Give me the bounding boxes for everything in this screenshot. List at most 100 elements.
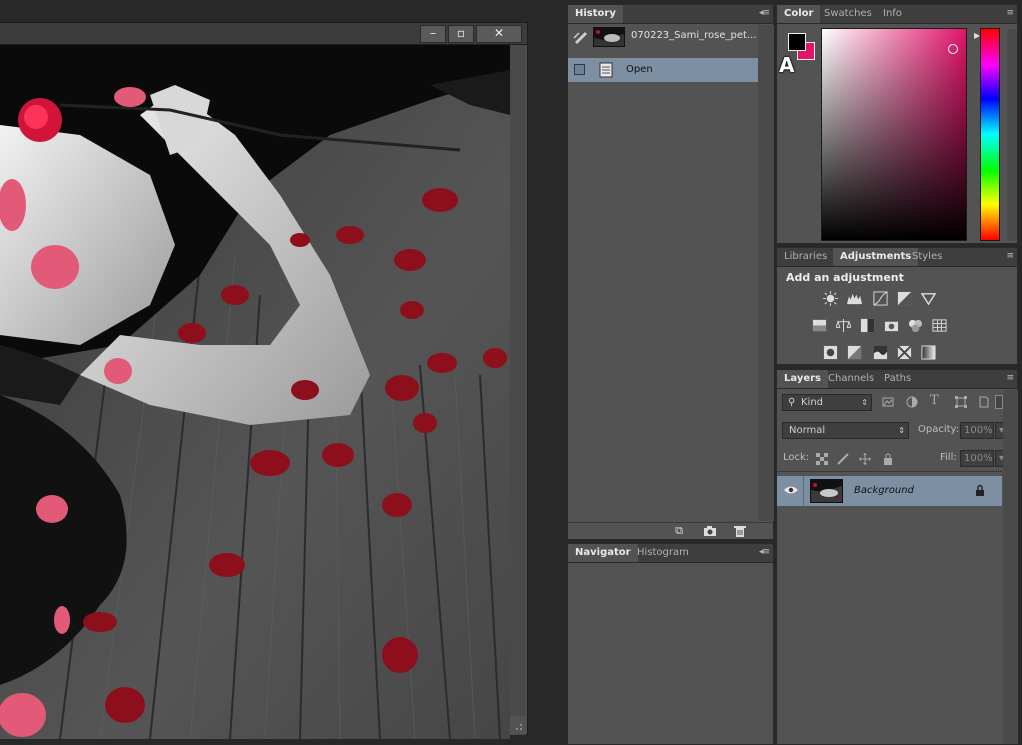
opacity-input[interactable]: 100% — [960, 422, 994, 439]
history-panel: History ◂≡ 070223_Sami_rose_pet... Open … — [567, 4, 774, 539]
history-state-label: Open — [626, 64, 653, 75]
curves-icon[interactable] — [873, 291, 888, 306]
panel-menu-icon[interactable]: ≡ — [1006, 8, 1013, 18]
navigator-tabbar: Navigator Histogram ◂≡ — [568, 544, 773, 563]
document-canvas[interactable] — [0, 45, 510, 739]
history-source-checkbox[interactable] — [574, 64, 585, 75]
panel-menu-icon[interactable]: ≡ — [1006, 251, 1013, 261]
tab-info[interactable]: Info — [876, 5, 909, 23]
minimize-button[interactable]: – — [420, 25, 446, 43]
layers-divider — [777, 471, 1002, 472]
fill-input[interactable]: 100% — [960, 450, 994, 467]
color-picker-marker[interactable] — [948, 44, 958, 54]
invert-icon[interactable] — [823, 345, 838, 360]
hue-saturation-icon[interactable] — [812, 318, 827, 333]
tab-channels[interactable]: Channels — [821, 370, 881, 388]
lock-position-icon[interactable] — [859, 453, 871, 465]
blend-mode-value: Normal — [789, 425, 826, 436]
tab-swatches[interactable]: Swatches — [817, 5, 879, 23]
lock-icon[interactable] — [975, 484, 985, 497]
foreground-color-swatch[interactable] — [788, 33, 806, 51]
channel-mixer-icon[interactable] — [908, 318, 923, 333]
chevron-updown-icon: ⇕ — [898, 426, 905, 435]
adjustments-tabbar: Libraries Adjustments Styles ≡ — [777, 248, 1017, 267]
eye-icon[interactable] — [784, 485, 798, 495]
tab-paths[interactable]: Paths — [877, 370, 918, 388]
fill-label: Fill: — [940, 452, 957, 463]
document-titlebar[interactable]: – ▫ ✕ — [0, 23, 527, 45]
snapshot-thumbnail — [593, 27, 625, 47]
lock-transparent-pixels-icon[interactable] — [816, 453, 828, 465]
tab-history[interactable]: History — [568, 5, 623, 23]
blend-mode-select[interactable]: Normal ⇕ — [782, 422, 909, 439]
color-panel-scrollbar[interactable] — [1007, 29, 1017, 241]
navigator-panel: Navigator Histogram ◂≡ — [567, 543, 774, 745]
document-vertical-scrollbar[interactable] — [510, 45, 526, 735]
tab-histogram[interactable]: Histogram — [630, 544, 696, 562]
vibrance-icon[interactable] — [921, 291, 936, 306]
gradient-map-icon[interactable] — [921, 345, 936, 360]
color-tabbar: Color Swatches Info ≡ — [777, 5, 1017, 24]
layer-name[interactable]: Background — [854, 485, 914, 496]
layer-thumbnail — [810, 479, 843, 503]
opacity-label: Opacity: — [918, 424, 960, 435]
tab-styles[interactable]: Styles — [905, 248, 949, 266]
color-spectrum-field[interactable] — [821, 28, 967, 241]
adjustment-layer-filter-icon[interactable] — [906, 396, 918, 408]
history-state-row[interactable]: Open — [568, 58, 758, 82]
adjustments-panel: Libraries Adjustments Styles ≡ Add an ad… — [776, 247, 1018, 365]
tab-color[interactable]: Color — [777, 5, 821, 23]
document-window: – ▫ ✕ — [0, 22, 528, 739]
filter-toggle-switch[interactable] — [995, 395, 1003, 409]
levels-icon[interactable] — [847, 291, 862, 306]
lock-all-icon[interactable] — [882, 453, 894, 465]
threshold-icon[interactable] — [873, 345, 888, 360]
panel-menu-icon[interactable]: ◂≡ — [759, 8, 770, 18]
tab-navigator[interactable]: Navigator — [568, 544, 638, 562]
document-icon — [599, 62, 613, 78]
pixel-layer-filter-icon[interactable] — [882, 396, 894, 408]
layers-tabbar: Layers Channels Paths ≡ — [777, 370, 1017, 389]
hue-slider[interactable] — [980, 28, 1000, 241]
selective-color-icon[interactable] — [897, 345, 912, 360]
lock-image-pixels-icon[interactable] — [837, 453, 849, 465]
history-brush-icon[interactable] — [573, 29, 589, 45]
shape-layer-filter-icon[interactable] — [955, 396, 967, 408]
history-scrollbar[interactable] — [758, 25, 774, 521]
search-icon: ⚲ — [788, 397, 796, 408]
layer-filter-select[interactable]: ⚲ Kind ⇕ — [782, 394, 872, 411]
black-white-icon[interactable] — [860, 318, 875, 333]
layer-filter-value: Kind — [801, 397, 824, 408]
snapshot-label: 070223_Sami_rose_pet... — [631, 30, 757, 41]
color-balance-icon[interactable] — [836, 318, 851, 333]
tab-libraries[interactable]: Libraries — [777, 248, 834, 266]
type-layer-filter-icon[interactable]: T — [930, 393, 939, 408]
posterize-icon[interactable] — [847, 345, 862, 360]
resize-grip-icon[interactable] — [510, 716, 526, 734]
panel-menu-icon[interactable]: ◂≡ — [759, 547, 770, 557]
close-button[interactable]: ✕ — [476, 25, 522, 43]
brightness-contrast-icon[interactable] — [823, 291, 838, 306]
panel-menu-icon[interactable]: ≡ — [1006, 373, 1013, 383]
new-document-from-state-icon[interactable]: ⧉ — [672, 525, 686, 537]
chevron-updown-icon: ⇕ — [861, 398, 868, 407]
history-tabbar: History ◂≡ — [568, 5, 773, 24]
color-panel: Color Swatches Info ≡ A ▶ — [776, 4, 1018, 244]
history-footer: ⧉ — [568, 522, 773, 539]
adjustments-heading: Add an adjustment — [786, 271, 904, 284]
camera-icon[interactable] — [703, 525, 717, 537]
layers-scrollbar[interactable] — [1003, 390, 1018, 744]
layer-row[interactable]: Background — [777, 476, 1002, 506]
layers-panel: Layers Channels Paths ≡ ⚲ Kind ⇕ T Norma… — [776, 369, 1018, 745]
smart-object-filter-icon[interactable] — [978, 396, 990, 408]
color-lookup-icon[interactable] — [932, 318, 947, 333]
history-snapshot[interactable]: 070223_Sami_rose_pet... — [568, 25, 758, 49]
exposure-icon[interactable] — [897, 291, 912, 306]
photo-filter-icon[interactable] — [884, 318, 899, 333]
gamut-warning-icon[interactable]: A — [779, 53, 794, 77]
restore-button[interactable]: ▫ — [448, 25, 474, 43]
layer-row-divider — [803, 476, 804, 506]
lock-label: Lock: — [783, 452, 810, 463]
trash-icon[interactable] — [733, 525, 747, 537]
canvas-image — [0, 45, 510, 739]
